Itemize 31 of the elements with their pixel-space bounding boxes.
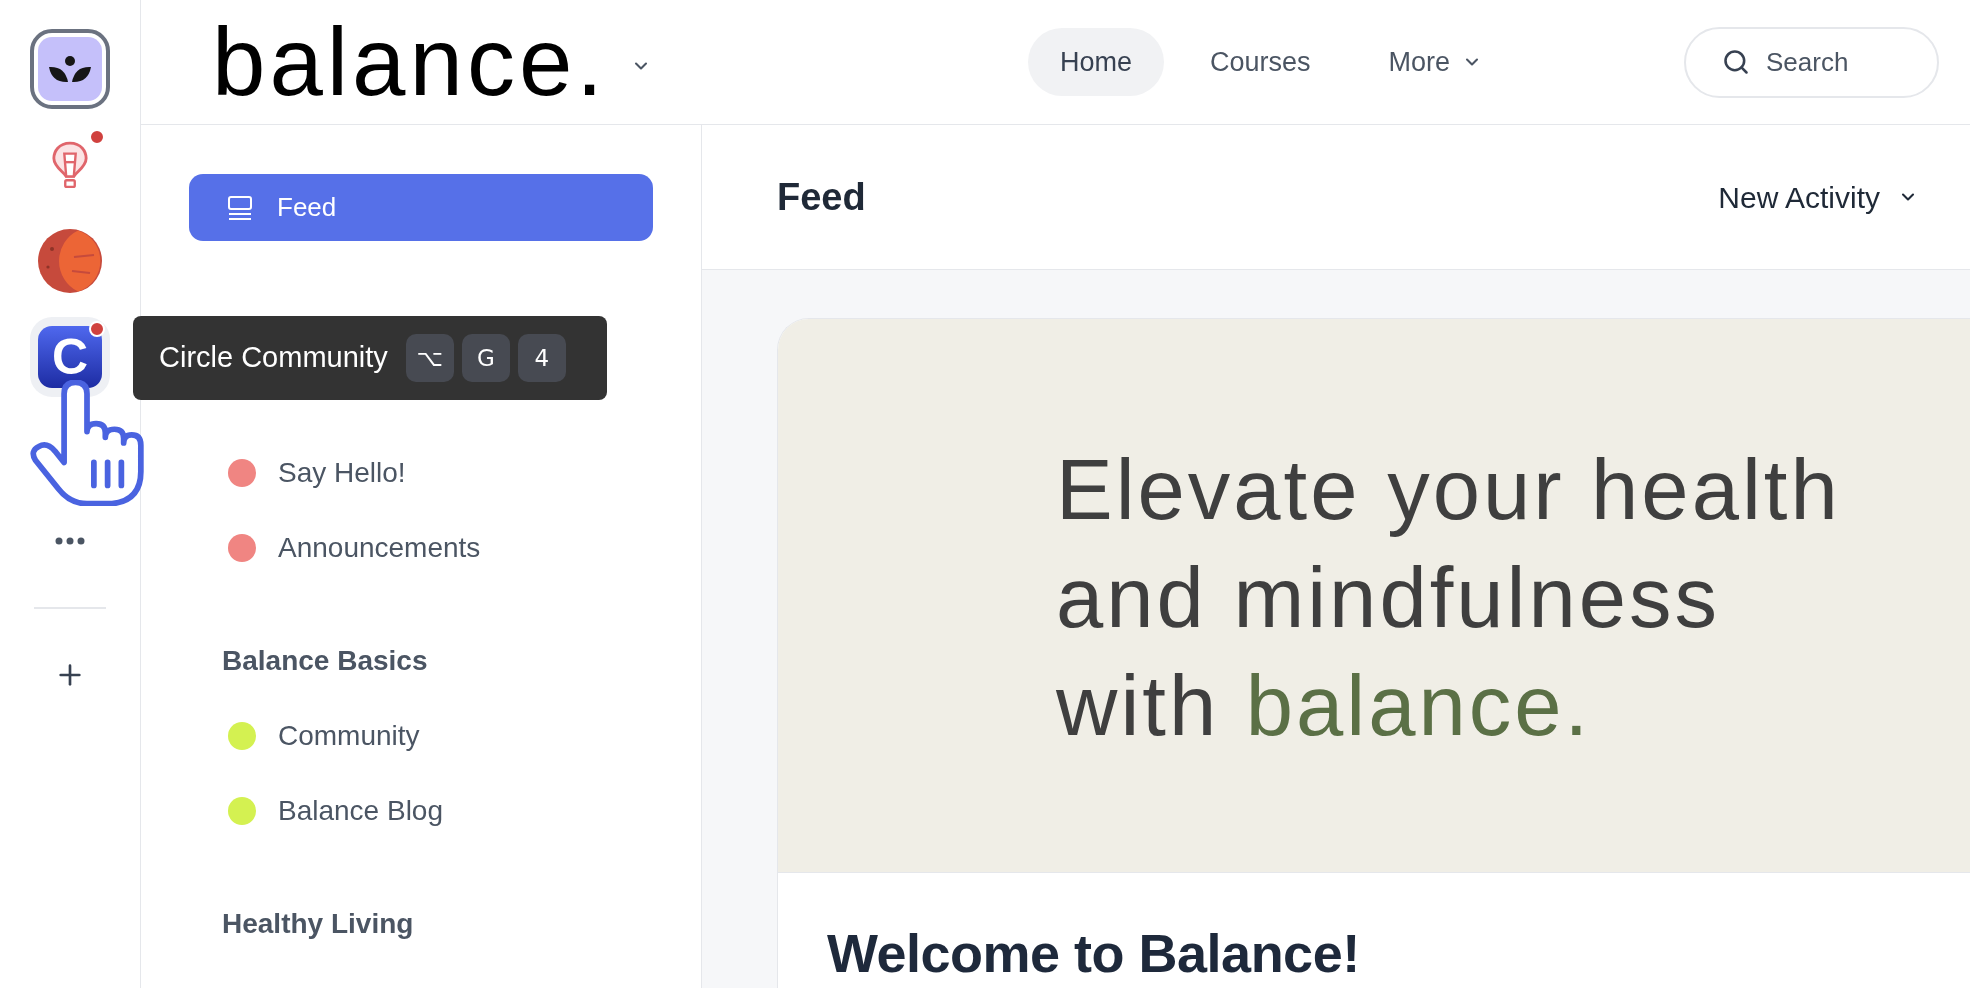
search-icon — [1722, 47, 1750, 76]
hero-headline: Elevate your health and mindfulness with balance. — [1056, 441, 1842, 755]
planet-icon — [38, 229, 102, 293]
shortcut-key: G — [461, 334, 510, 382]
activity-filter-dropdown[interactable]: New Activity — [1718, 174, 1918, 220]
shortcut-key: ⌥ — [405, 334, 454, 382]
nav-tab[interactable]: Courses — [1177, 28, 1343, 96]
tooltip-label: Circle Community — [159, 340, 388, 376]
channel-link[interactable]: Community — [141, 698, 701, 773]
hand-cursor-icon — [28, 380, 146, 506]
post-title: Welcome to Balance! — [827, 923, 1360, 983]
app-switch-button[interactable] — [30, 29, 110, 109]
app-switch-button[interactable]: C — [30, 317, 110, 397]
page-title: Feed — [777, 174, 866, 220]
search-field[interactable]: Search — [1684, 26, 1939, 98]
feed-icon — [227, 194, 253, 221]
section-heading: Healthy Living — [222, 906, 414, 941]
more-icon — [55, 537, 85, 545]
channel-name: Balance Blog — [278, 793, 443, 828]
channel-link[interactable]: Announcements — [141, 510, 701, 585]
channel-name: Community — [278, 718, 420, 753]
hot-air-balloon-icon — [51, 140, 89, 190]
shortcut-key: 4 — [517, 334, 566, 382]
channel-name: Announcements — [278, 530, 481, 565]
lotus-logo-icon — [38, 37, 102, 101]
channel-link[interactable]: Balance Blog — [141, 773, 701, 848]
feed-button[interactable]: Feed — [189, 174, 653, 241]
section-heading: Balance Basics — [222, 643, 428, 678]
nav-tab[interactable]: Home — [1027, 28, 1164, 96]
nav-tab[interactable]: More — [1356, 28, 1514, 96]
channel-name: Say Hello! — [278, 455, 406, 490]
